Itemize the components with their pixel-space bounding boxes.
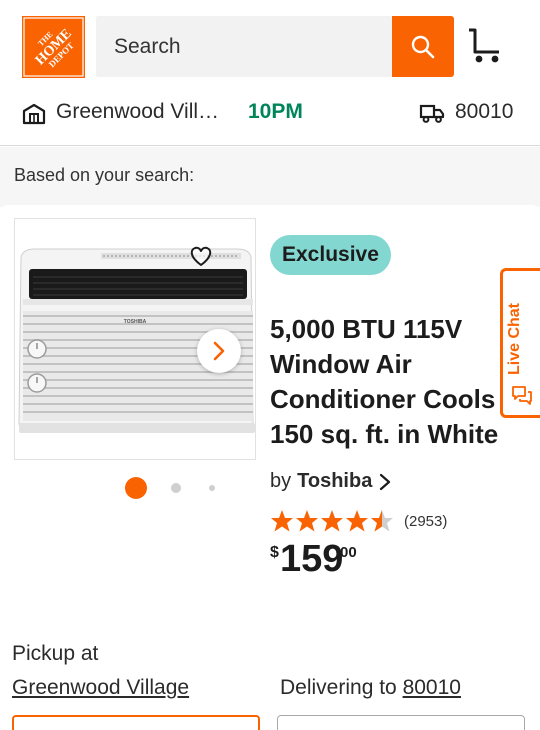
delivery-option-button[interactable] (277, 715, 525, 730)
pickup-store-link[interactable]: Greenwood Village (12, 676, 189, 700)
review-count: (2953) (404, 512, 448, 530)
price-cents: 00 (340, 544, 357, 561)
store-bar[interactable]: Greenwood Vill… 10PM 80010 (0, 92, 540, 146)
delivering-zip-link[interactable]: 80010 (403, 676, 461, 699)
pickup-option-button[interactable] (12, 715, 260, 730)
truck-icon (419, 104, 445, 123)
delivery-zip[interactable]: 80010 (455, 100, 513, 124)
price-whole: 159 (280, 538, 344, 580)
based-on-search-label: Based on your search: (14, 165, 195, 185)
chevron-right-icon (213, 341, 225, 361)
star-rating-icon (271, 510, 393, 532)
store-name[interactable]: Greenwood Vill… (56, 100, 219, 124)
search-button[interactable] (392, 16, 454, 77)
cart-icon[interactable] (466, 28, 502, 64)
pagination-dot[interactable] (171, 483, 181, 493)
results-header: Based on your search: (0, 147, 540, 207)
live-chat-label: Live Chat (506, 302, 523, 375)
price-currency: $ (270, 544, 279, 561)
delivering-text: Delivering to (280, 676, 397, 699)
search-input[interactable] (96, 16, 392, 77)
by-label: by (270, 470, 292, 492)
delivering-label: Delivering to 80010 (280, 676, 461, 700)
pickup-label: Pickup at (12, 642, 99, 665)
store-hours: 10PM (248, 100, 303, 123)
chat-bubbles-icon (512, 386, 532, 405)
logo-mark: THE HOME DEPOT (23, 17, 84, 77)
brand-mark: TOSHIBA (124, 319, 147, 325)
chevron-right-icon (380, 473, 391, 490)
brand-link[interactable]: by Toshiba (270, 470, 392, 493)
badge-label: Exclusive (282, 243, 379, 266)
pagination-dot[interactable] (209, 485, 215, 491)
search-box (96, 16, 392, 77)
home-depot-logo[interactable]: THE HOME DEPOT (22, 16, 85, 78)
title-line: 150 sq. ft. in White (270, 419, 499, 449)
exclusive-badge: Exclusive (270, 235, 391, 275)
search-icon (411, 35, 435, 58)
pagination-dot-active[interactable] (125, 477, 147, 499)
favorite-heart-icon[interactable] (188, 244, 214, 268)
next-image-button[interactable] (197, 329, 241, 373)
live-chat-button[interactable]: Live Chat (500, 268, 540, 418)
brand-name: Toshiba (297, 470, 373, 492)
rating[interactable]: (2953) (270, 508, 447, 534)
store-icon (22, 103, 46, 125)
header: THE HOME DEPOT (0, 0, 540, 92)
